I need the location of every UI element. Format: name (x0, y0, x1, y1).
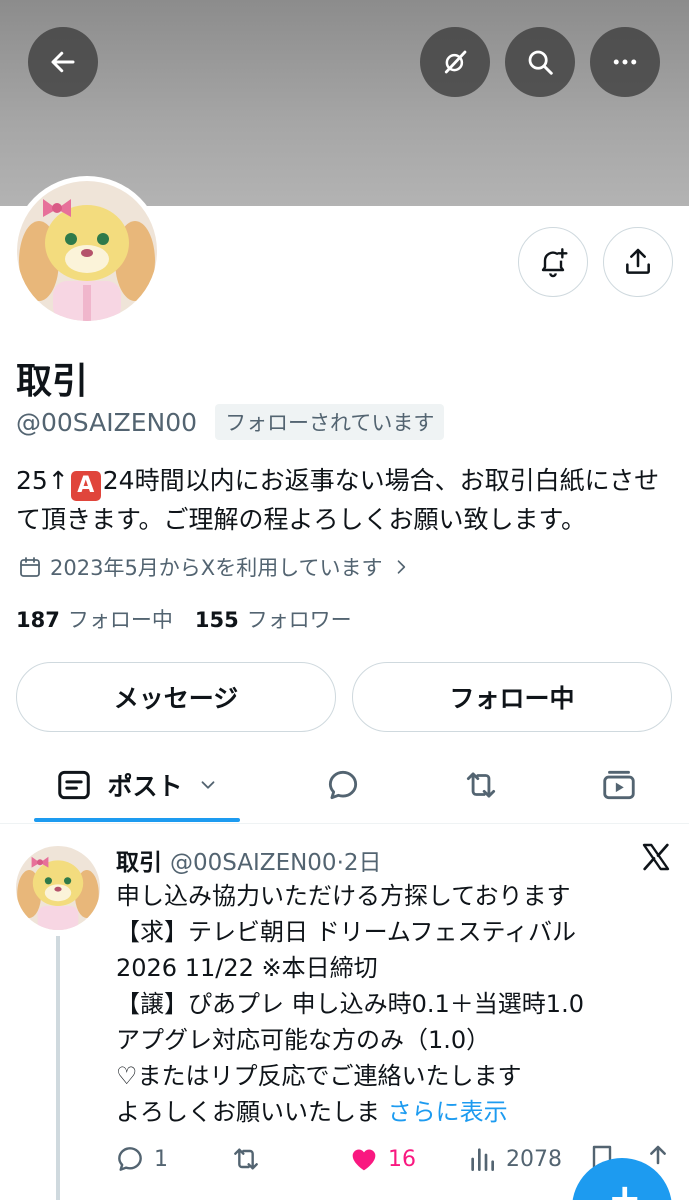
share-button[interactable] (603, 227, 673, 297)
red-a-emoji-icon: A (70, 471, 101, 501)
reply-icon (328, 770, 358, 800)
tabs-divider (0, 823, 689, 824)
following-label: フォロー中 (67, 608, 173, 632)
tab-media[interactable] (579, 750, 659, 820)
plus-icon: + (608, 1176, 642, 1200)
profile-avatar[interactable] (12, 176, 162, 326)
profile-bio: 25↑ A 24時間以内にお返事ない場合、お取引白紙にさせて頂きます。ご理解の程よろ… (16, 462, 681, 539)
back-button[interactable] (28, 27, 98, 97)
follows-you-badge: フォローされています (215, 404, 445, 440)
more-horizontal-icon (613, 59, 637, 65)
views-chart-icon (471, 1148, 494, 1171)
bio-text: 24時間以内にお返事ない場合、お取引白紙にさせて頂きます。ご理解の程よろしくお願… (16, 466, 660, 534)
like-count: 16 (388, 1146, 416, 1172)
profile-name: 取引 (16, 361, 89, 402)
tweet-line: 【譲】ぴあプレ 申し込み時0.1＋当選時1.0 (116, 990, 584, 1018)
bell-plus-icon (541, 248, 568, 278)
more-button[interactable] (590, 27, 660, 97)
profile-tabs: ポスト (0, 750, 689, 824)
heart-filled-icon (352, 1149, 376, 1171)
tweet-author-name[interactable]: 取引 (116, 843, 162, 877)
follow-counts: 187 フォロー中 155 フォロワー (16, 604, 352, 634)
search-icon (528, 50, 553, 75)
search-button[interactable] (505, 27, 575, 97)
followers-count: 155 (194, 608, 239, 632)
arrow-left-icon (51, 51, 75, 73)
handle-row: @00SAIZEN00 フォローされています (16, 404, 445, 440)
avatar-image (17, 181, 157, 321)
tweet-header: 取引 @00SAIZEN00·2日 (116, 843, 382, 877)
tab-posts[interactable]: ポスト (34, 750, 240, 820)
posts-icon (58, 770, 91, 800)
thread-line (56, 936, 60, 1200)
tweet-line: 【求】テレビ朝日 ドリームフェスティバル (116, 918, 577, 946)
tweet-line: 申し込み協力いただける方探しております (116, 882, 571, 910)
profile-banner (0, 0, 689, 206)
joined-text: 2023年5月からXを利用しています (50, 556, 383, 580)
joined-date[interactable]: 2023年5月からXを利用しています (18, 552, 411, 582)
view-count: 2078 (506, 1146, 562, 1172)
tweet-line: ♡またはリプ反応でご連絡いたします (116, 1062, 522, 1090)
repost-icon (466, 772, 496, 798)
following-count: 187 (16, 608, 60, 632)
tweet-line: 2026 11/22 ※本日締切 (116, 954, 378, 982)
tab-replies[interactable] (303, 750, 383, 820)
notifications-button[interactable] (518, 227, 588, 297)
chevron-right-icon (397, 560, 405, 574)
show-more-link[interactable]: さらに表示 (388, 1098, 508, 1126)
following-button[interactable]: フォロー中 (352, 662, 672, 732)
video-icon (603, 770, 635, 800)
x-logo-icon (642, 843, 670, 871)
repost-button[interactable] (230, 1143, 262, 1175)
repost-icon (234, 1148, 258, 1170)
views-button[interactable]: 2078 (466, 1143, 562, 1175)
tweet-meta: @00SAIZEN00·2日 (170, 850, 382, 876)
tweet-last-line: よろしくお願いいたしま さらに表示 (116, 1094, 681, 1130)
share-icon (626, 248, 650, 274)
tweet-text: 申し込み協力いただける方探しております 【求】テレビ朝日 ドリームフェスティバル… (116, 878, 681, 1130)
reply-count: 1 (154, 1146, 168, 1172)
grok-button[interactable] (420, 27, 490, 97)
followers-count-link[interactable]: 155 フォロワー (195, 604, 352, 634)
tab-reposts[interactable] (441, 750, 521, 820)
reply-button[interactable]: 1 (114, 1143, 168, 1175)
tweet-line: よろしくお願いいたしま (116, 1098, 380, 1126)
tab-posts-label: ポスト (107, 772, 183, 801)
grok-icon (444, 50, 467, 74)
tweet-avatar[interactable] (16, 846, 100, 930)
profile-handle: @00SAIZEN00 (16, 407, 198, 437)
following-count-link[interactable]: 187 フォロー中 (16, 604, 173, 634)
message-button[interactable]: メッセージ (16, 662, 336, 732)
reply-icon (118, 1147, 142, 1171)
tweet-line: アプグレ対応可能な方のみ（1.0） (116, 1026, 491, 1054)
bio-prefix: 25↑ (16, 466, 69, 495)
followers-label: フォロワー (246, 608, 352, 632)
active-tab-indicator (34, 818, 240, 822)
calendar-icon (20, 557, 40, 577)
chevron-down-icon (201, 781, 214, 789)
like-button[interactable]: 16 (348, 1143, 416, 1175)
